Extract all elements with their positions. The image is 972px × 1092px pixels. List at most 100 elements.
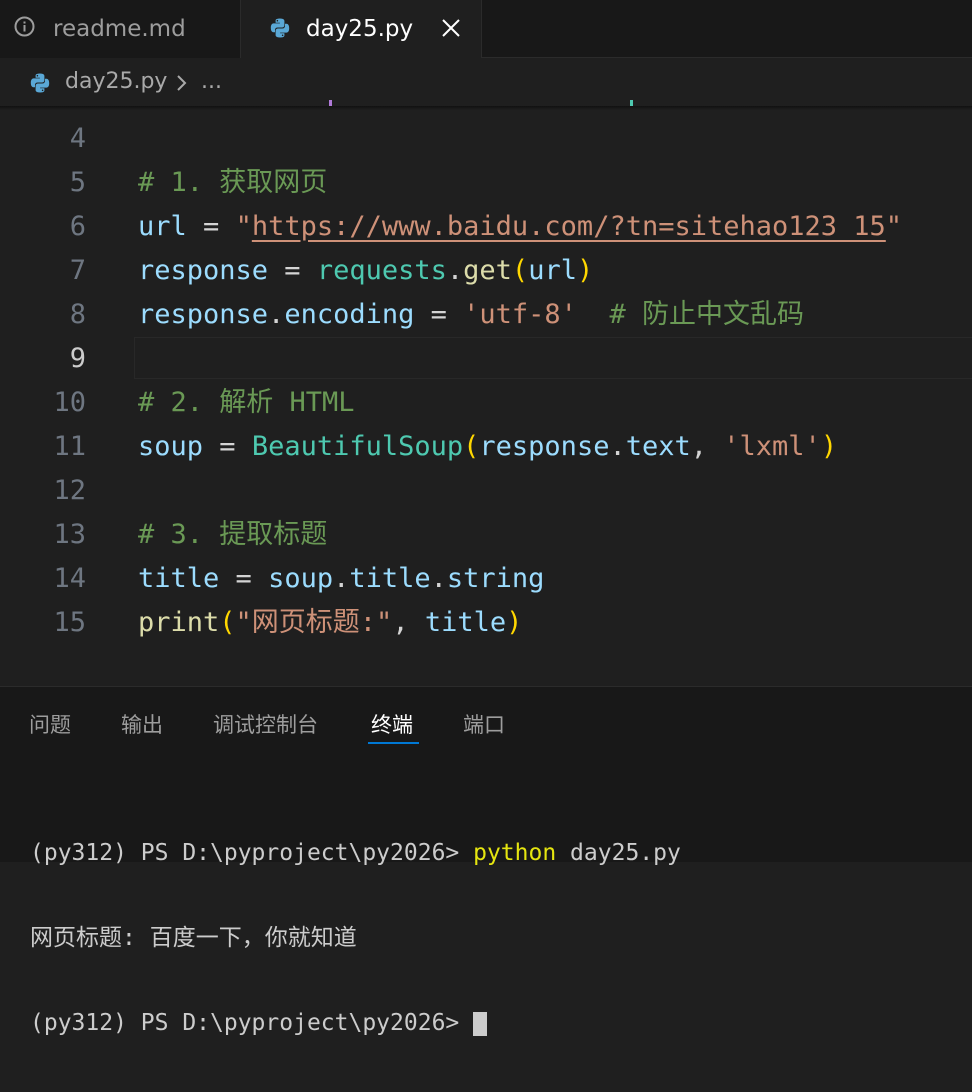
line-number: 10 xyxy=(53,387,86,418)
scroll-marker xyxy=(329,100,332,106)
code-bracket: ( xyxy=(219,607,236,638)
code-dot: . xyxy=(609,431,626,462)
code-variable: title xyxy=(138,563,220,594)
code-bracket: ( xyxy=(511,255,529,286)
code-operator: = xyxy=(186,211,236,242)
terminal-command: python xyxy=(473,840,557,866)
code-operator: = xyxy=(203,431,252,462)
code-dot: . xyxy=(268,299,285,330)
code-line: 6 url = "https://www.baidu.com/?tn=siteh… xyxy=(0,205,972,249)
code-line: 12 xyxy=(0,469,972,513)
code-variable: response xyxy=(138,299,269,330)
code-function: print xyxy=(138,607,220,638)
terminal-line: (py312) PS D:\pyproject\py2026> xyxy=(30,1007,681,1040)
terminal-output: 网页标题: 百度一下，你就知道 xyxy=(30,925,357,951)
code-string: 'lxml' xyxy=(723,431,821,462)
code-attribute: string xyxy=(446,563,545,594)
breadcrumb-file[interactable]: day25.py xyxy=(65,69,167,94)
code-attribute: text xyxy=(625,431,691,462)
panel-tab-terminal[interactable]: 终端 xyxy=(371,709,413,739)
active-tab-indicator xyxy=(368,742,419,744)
code-line-current: 9 xyxy=(0,337,972,381)
python-icon xyxy=(30,73,50,93)
code-argument: title xyxy=(424,607,507,638)
current-line-highlight xyxy=(134,337,972,379)
line-number: 13 xyxy=(53,519,86,550)
python-icon xyxy=(270,18,290,38)
code-comment: # 2. 解析 HTML xyxy=(138,387,355,418)
terminal-cursor xyxy=(473,1011,488,1036)
panel-tab-debug-console[interactable]: 调试控制台 xyxy=(213,709,318,739)
line-number: 7 xyxy=(69,255,86,286)
code-operator: = xyxy=(268,255,317,286)
code-string: "网页标题:" xyxy=(235,607,393,638)
panel-tab-ports[interactable]: 端口 xyxy=(463,709,505,739)
sticky-scroll-shadow xyxy=(0,106,972,110)
code-line: 7 response = requests.get(url) xyxy=(0,249,972,293)
code-attribute: encoding xyxy=(284,299,415,330)
tab-day25[interactable]: day25.py xyxy=(241,0,482,58)
code-variable: url xyxy=(138,211,187,242)
chevron-right-icon xyxy=(177,75,187,91)
terminal[interactable]: (py312) PS D:\pyproject\py2026> python d… xyxy=(30,785,681,1092)
terminal-line: 网页标题: 百度一下，你就知道 xyxy=(30,922,681,955)
breadcrumb: day25.py ... xyxy=(0,58,972,106)
line-number: 4 xyxy=(69,123,86,154)
terminal-prompt: (py312) PS D:\pyproject\py2026> xyxy=(30,840,474,866)
code-string: 'utf-8' xyxy=(463,299,577,330)
tab-readme[interactable]: readme.md xyxy=(0,0,241,58)
code-url-string[interactable]: https://www.baidu.com/?tn=sitehao123_15 xyxy=(252,211,886,242)
code-comment: # 3. 提取标题 xyxy=(138,519,328,550)
line-number: 8 xyxy=(69,299,86,330)
tab-label: day25.py xyxy=(306,16,414,42)
line-number: 11 xyxy=(53,431,86,462)
code-separator: , xyxy=(690,431,724,462)
line-number: 9 xyxy=(69,343,86,374)
terminal-prompt: (py312) PS D:\pyproject\py2026> xyxy=(30,1010,474,1036)
code-dot: . xyxy=(446,255,464,286)
line-number: 6 xyxy=(69,211,86,242)
code-bracket: ( xyxy=(463,431,480,462)
code-line: 10 # 2. 解析 HTML xyxy=(0,381,972,425)
code-quote: " xyxy=(885,211,903,242)
code-operator: = xyxy=(219,563,269,594)
bottom-panel: 问题 输出 调试控制台 终端 端口 (py312) PS D:\pyprojec… xyxy=(0,686,972,1036)
panel-tab-problems[interactable]: 问题 xyxy=(29,709,71,739)
terminal-command-arg: day25.py xyxy=(556,840,681,866)
code-comment: # 1. 获取网页 xyxy=(138,167,328,198)
close-icon[interactable] xyxy=(440,17,462,39)
code-dot: . xyxy=(333,563,350,594)
code-class: BeautifulSoup xyxy=(251,431,464,462)
code-argument: response xyxy=(479,431,610,462)
line-number: 14 xyxy=(53,563,86,594)
code-line: 14 title = soup.title.string xyxy=(0,557,972,601)
line-number: 5 xyxy=(69,167,86,198)
code-editor[interactable]: 4 5 # 1. 获取网页 6 url = "https://www.baidu… xyxy=(0,117,972,657)
code-bracket: ) xyxy=(820,431,838,462)
code-dot: . xyxy=(430,563,447,594)
code-module: requests xyxy=(316,255,447,286)
code-separator: , xyxy=(392,607,425,638)
code-line: 15 print("网页标题:", title) xyxy=(0,601,972,645)
code-quote: " xyxy=(235,211,252,242)
line-number: 15 xyxy=(53,607,86,638)
info-icon xyxy=(14,16,35,37)
editor-tab-bar: readme.md day25.py xyxy=(0,0,972,58)
code-function: get xyxy=(463,255,512,286)
scroll-marker xyxy=(630,100,633,106)
code-line: 4 xyxy=(0,117,972,161)
code-variable: soup xyxy=(138,431,204,462)
terminal-line: (py312) PS D:\pyproject\py2026> python d… xyxy=(30,837,681,870)
code-object: soup xyxy=(268,563,334,594)
code-bracket: ) xyxy=(506,607,523,638)
line-number: 12 xyxy=(53,475,86,506)
code-argument: url xyxy=(528,255,577,286)
breadcrumb-symbol[interactable]: ... xyxy=(201,69,222,94)
panel-tab-output[interactable]: 输出 xyxy=(121,709,163,739)
code-attribute: title xyxy=(349,563,431,594)
code-line: 11 soup = BeautifulSoup(response.text, '… xyxy=(0,425,972,469)
code-line: 8 response.encoding = 'utf-8' # 防止中文乱码 xyxy=(0,293,972,337)
tab-label: readme.md xyxy=(53,16,186,42)
code-variable: response xyxy=(138,255,269,286)
code-bracket: ) xyxy=(576,255,594,286)
